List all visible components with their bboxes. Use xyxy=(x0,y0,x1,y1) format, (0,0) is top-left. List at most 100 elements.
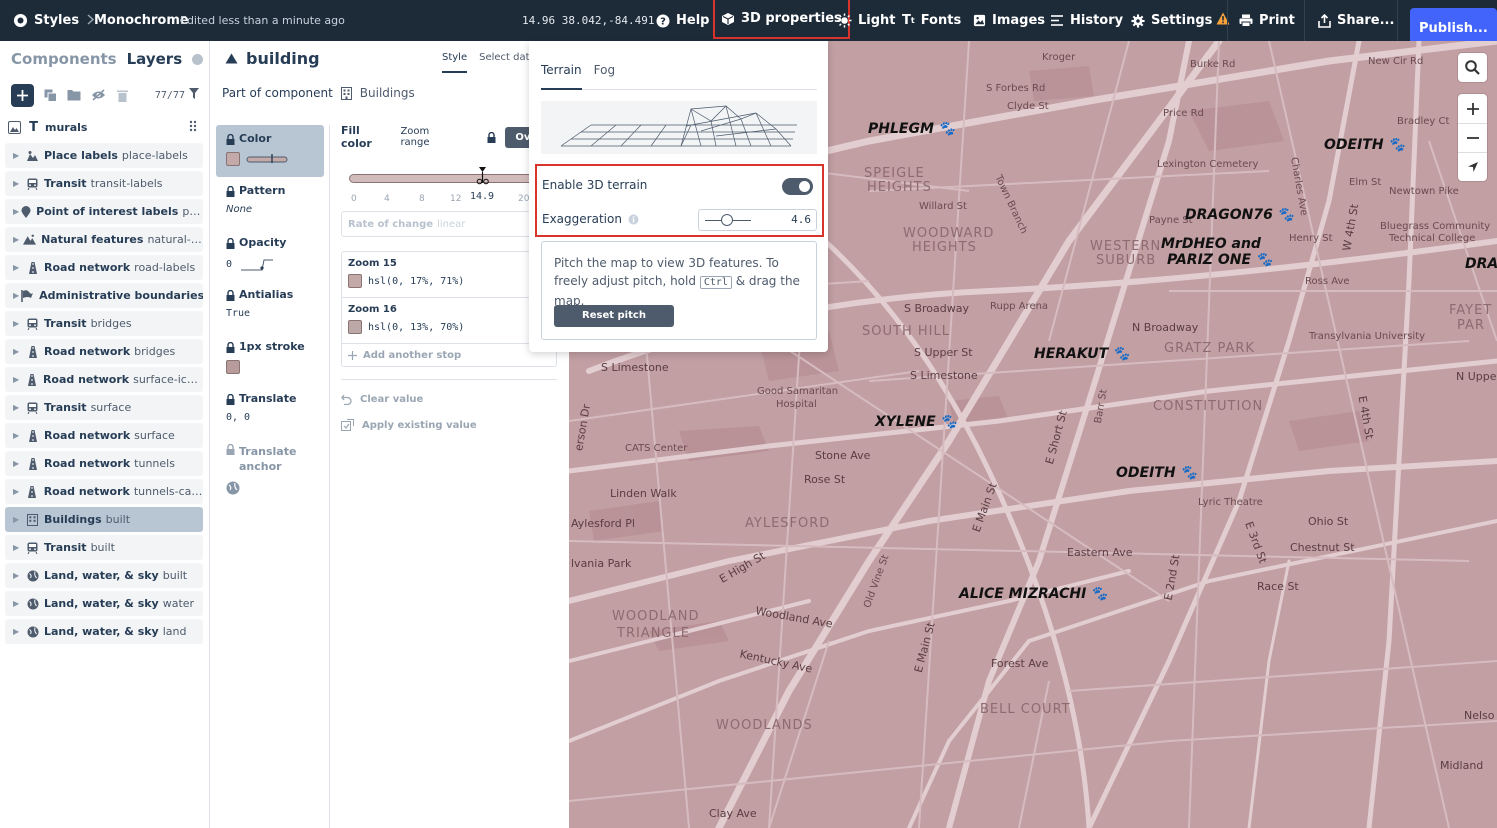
layer-item[interactable]: ▶ Transit transit-labels xyxy=(5,171,203,196)
tab-select-data[interactable]: Select data xyxy=(479,52,536,73)
layer-item[interactable]: ▶ Road network road-labels xyxy=(5,255,203,280)
layer-item[interactable]: ▶ Place labels place-labels xyxy=(5,143,203,168)
layer-item[interactable]: ▶ Natural featuresnatural-labels xyxy=(5,227,203,252)
history-button[interactable]: History xyxy=(1050,0,1123,41)
expand-caret-icon[interactable]: ▶ xyxy=(13,571,24,580)
zoom-stop[interactable]: Zoom 16 hsl(0, 13%, 70%) xyxy=(342,298,556,344)
mural-marker[interactable]: DRAG xyxy=(1465,256,1497,272)
reset-pitch-button[interactable]: Reset pitch xyxy=(554,305,674,327)
layer-item[interactable]: ▶Administrative boundariesa... xyxy=(5,283,203,308)
layer-item[interactable]: ▶ Transit surface xyxy=(5,395,203,420)
tab-components[interactable]: Components xyxy=(11,50,117,68)
mural-marker[interactable]: XYLENE 🐾 xyxy=(875,414,957,430)
fonts-button[interactable]: Tt Fonts xyxy=(902,0,961,41)
mural-marker[interactable]: MrDHEO and xyxy=(1161,236,1261,252)
drag-handle-icon[interactable] xyxy=(189,120,197,135)
tab-fog[interactable]: Fog xyxy=(594,63,615,89)
layer-item[interactable]: ▶ Transit built xyxy=(5,535,203,560)
enable-terrain-toggle[interactable] xyxy=(782,178,813,195)
expand-caret-icon[interactable]: ▶ xyxy=(13,515,24,524)
mural-marker[interactable]: PHLEGM 🐾 xyxy=(868,121,955,137)
filter-icon[interactable] xyxy=(189,88,199,102)
lock-icon[interactable] xyxy=(487,131,496,143)
stop-color-swatch[interactable] xyxy=(348,320,362,334)
layer-item[interactable]: ▶ Transit bridges xyxy=(5,311,203,336)
print-button[interactable]: Print xyxy=(1239,0,1295,41)
group-layers-button[interactable] xyxy=(66,87,82,103)
zoom-handle-icon[interactable] xyxy=(476,167,492,189)
expand-caret-icon[interactable]: ▶ xyxy=(13,487,24,496)
help-button[interactable]: ? Help xyxy=(656,0,709,41)
expand-caret-icon[interactable]: ▶ xyxy=(13,179,24,188)
layer-item[interactable]: ▶ Point of interest labelspoi-la... xyxy=(5,199,203,224)
expand-caret-icon[interactable]: ▶ xyxy=(13,319,24,328)
zoom-in-button[interactable] xyxy=(1458,94,1487,123)
layer-item[interactable]: ▶ Land, water, & sky built xyxy=(5,563,203,588)
expand-caret-icon[interactable]: ▶ xyxy=(13,459,24,468)
stop-value[interactable]: hsl(0, 13%, 70%) xyxy=(368,322,464,333)
expand-caret-icon[interactable]: ▶ xyxy=(13,627,24,636)
duplicate-layer-button[interactable] xyxy=(42,87,58,103)
prop-opacity[interactable]: Opacity 0 xyxy=(216,229,324,281)
zoom-range-slider[interactable]: 0 4 8 12 20 14.9 xyxy=(341,157,557,205)
expand-caret-icon[interactable]: ▶ xyxy=(13,207,19,216)
layer-item[interactable]: ▶ Road network tunnels xyxy=(5,451,203,476)
exaggeration-slider-handle[interactable] xyxy=(721,214,733,226)
layer-item[interactable]: ▶ Land, water, & sky land xyxy=(5,619,203,644)
layer-name[interactable]: building xyxy=(246,49,320,68)
styles-link[interactable]: Styles xyxy=(13,0,102,41)
function-type[interactable]: Zoom range xyxy=(400,126,460,148)
layer-item[interactable]: Tmurals xyxy=(5,115,203,140)
expand-caret-icon[interactable]: ▶ xyxy=(13,263,24,272)
expand-caret-icon[interactable]: ▶ xyxy=(13,543,24,552)
tab-style[interactable]: Style xyxy=(442,52,468,73)
add-layer-button[interactable] xyxy=(11,83,34,107)
mural-marker[interactable]: ALICE MIZRACHI 🐾 xyxy=(959,586,1108,602)
mural-marker[interactable]: ODEITH 🐾 xyxy=(1116,465,1197,481)
expand-caret-icon[interactable]: ▶ xyxy=(13,375,24,384)
mural-marker[interactable]: HERAKUT 🐾 xyxy=(1034,346,1130,362)
prop-1px-stroke[interactable]: 1px stroke xyxy=(216,333,324,385)
expand-caret-icon[interactable]: ▶ xyxy=(13,431,24,440)
settings-button[interactable]: Settings xyxy=(1131,0,1230,41)
prop-translate[interactable]: Translate 0, 0 xyxy=(216,385,324,437)
expand-caret-icon[interactable]: ▶ xyxy=(13,235,21,244)
style-name[interactable]: Monochrome xyxy=(94,0,189,41)
share-button[interactable]: Share... xyxy=(1318,0,1394,41)
add-stop-button[interactable]: Add another stop xyxy=(342,344,556,366)
mural-marker[interactable]: ODEITH 🐾 xyxy=(1324,137,1405,153)
zoom-out-button[interactable] xyxy=(1458,123,1487,152)
component-link[interactable]: Buildings xyxy=(360,86,415,100)
tab-layers[interactable]: Layers xyxy=(127,50,183,68)
layer-item[interactable]: ▶ Road network tunnels-case xyxy=(5,479,203,504)
layer-item[interactable]: ▶ Road network surface xyxy=(5,423,203,448)
rate-of-change-select[interactable]: Rate of change linear xyxy=(341,211,557,237)
prop-pattern[interactable]: Pattern None xyxy=(216,177,324,229)
images-button[interactable]: Images xyxy=(973,0,1045,41)
layer-item[interactable]: ▶ Road network bridges xyxy=(5,339,203,364)
expand-caret-icon[interactable]: ▶ xyxy=(13,151,24,160)
stop-value[interactable]: hsl(0, 17%, 71%) xyxy=(368,276,464,287)
expand-caret-icon[interactable]: ▶ xyxy=(13,599,24,608)
prop-translate-anchor[interactable]: Translate anchor xyxy=(216,437,324,497)
tab-terrain[interactable]: Terrain xyxy=(541,63,582,90)
info-icon[interactable] xyxy=(628,214,639,225)
layer-item[interactable]: ▶ Land, water, & sky water xyxy=(5,591,203,616)
layer-item[interactable]: ▶ Buildings built xyxy=(5,507,203,532)
expand-caret-icon[interactable]: ▶ xyxy=(13,347,24,356)
compass-button[interactable] xyxy=(1458,152,1487,181)
apply-existing-value-button[interactable]: Apply existing value xyxy=(341,419,557,431)
hide-layer-button[interactable] xyxy=(90,87,106,103)
expand-caret-icon[interactable]: ▶ xyxy=(13,291,19,300)
prop-color[interactable]: Color xyxy=(216,125,324,177)
3d-properties-button[interactable]: 3D properties xyxy=(713,0,850,39)
expand-caret-icon[interactable]: ▶ xyxy=(13,403,24,412)
mural-marker[interactable]: PARIZ ONE 🐾 xyxy=(1167,252,1272,268)
prop-antialias[interactable]: Antialias True xyxy=(216,281,324,333)
stop-color-swatch[interactable] xyxy=(348,274,362,288)
mural-marker[interactable]: DRAGON76 🐾 xyxy=(1185,207,1294,223)
exaggeration-value-input[interactable]: 4.6 xyxy=(791,213,811,226)
light-button[interactable]: Light xyxy=(837,0,896,41)
layer-item[interactable]: ▶ Road network surface-icons xyxy=(5,367,203,392)
zoom-stop[interactable]: Zoom 15 hsl(0, 17%, 71%) xyxy=(342,252,556,298)
